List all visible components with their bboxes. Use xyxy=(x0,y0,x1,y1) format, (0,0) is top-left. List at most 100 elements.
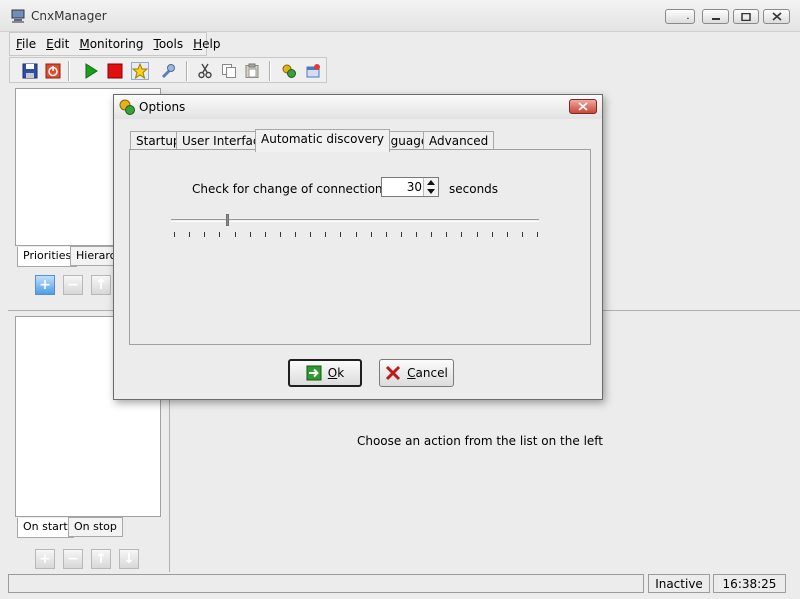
menu-monitoring[interactable]: Monitoring xyxy=(79,37,143,51)
extra-title-button[interactable]: . xyxy=(665,9,695,24)
menu-edit[interactable]: Edit xyxy=(46,37,69,51)
stop-button[interactable] xyxy=(106,62,124,80)
slider-tick xyxy=(204,232,206,237)
slider-tick xyxy=(310,232,312,237)
minus-icon: − xyxy=(67,277,79,293)
plus-icon: + xyxy=(39,277,51,293)
close-icon xyxy=(578,102,588,111)
start-button[interactable] xyxy=(82,62,100,80)
minimize-icon xyxy=(711,17,720,20)
status-main xyxy=(8,574,644,593)
slider-tick xyxy=(234,232,236,237)
toolbar xyxy=(9,57,327,83)
wrench-icon xyxy=(161,64,175,79)
slider-tick xyxy=(476,232,478,237)
status-bar: Inactive 16:38:25 xyxy=(0,572,800,599)
slider-tick xyxy=(537,232,538,237)
add-action-button[interactable]: + xyxy=(35,549,55,569)
paste-button[interactable] xyxy=(243,62,261,80)
slider-tick xyxy=(295,232,296,237)
cancel-button[interactable]: Cancel xyxy=(379,359,454,387)
slider-tick xyxy=(400,232,402,237)
options-dialog: Options Startup User Interface Automatic… xyxy=(113,94,603,400)
slider-tick xyxy=(174,232,175,237)
menu-file[interactable]: File xyxy=(16,37,36,51)
window-title: CnxManager xyxy=(31,9,107,23)
slider-tick xyxy=(461,232,463,237)
close-button[interactable] xyxy=(763,9,790,24)
computer-icon xyxy=(10,8,26,24)
slider-tick xyxy=(189,232,191,237)
add-priority-button[interactable]: + xyxy=(35,275,55,295)
menu-help[interactable]: Help xyxy=(193,37,220,51)
slider-tick xyxy=(370,232,372,237)
stop-icon xyxy=(107,63,123,79)
save-icon xyxy=(22,63,38,79)
play-icon xyxy=(85,63,98,79)
move-up-priority-button[interactable]: ↑ xyxy=(91,275,111,295)
remove-action-button[interactable]: − xyxy=(63,549,83,569)
plus-icon: + xyxy=(39,551,51,567)
minus-icon: − xyxy=(67,551,79,567)
power-button[interactable] xyxy=(44,62,62,80)
tab-advanced[interactable]: Advanced xyxy=(423,131,495,151)
copy-button[interactable] xyxy=(220,62,238,80)
interval-spinner[interactable] xyxy=(423,178,438,196)
window-button[interactable] xyxy=(304,62,322,80)
maximize-icon xyxy=(741,12,751,21)
ok-button[interactable]: Ok xyxy=(288,359,362,387)
automatic-discovery-panel: Check for change of connection every 30 … xyxy=(129,149,591,345)
menu-bar: File Edit Monitoring Tools Help xyxy=(9,32,220,56)
slider-tick xyxy=(279,232,281,237)
slider-tick xyxy=(264,232,266,237)
right-splitter[interactable] xyxy=(169,400,170,572)
slider-tick xyxy=(355,232,357,237)
arrow-up-icon: ↑ xyxy=(95,277,107,293)
cut-button[interactable] xyxy=(196,62,214,80)
remove-priority-button[interactable]: − xyxy=(63,275,83,295)
star-icon xyxy=(132,63,148,79)
menu-tools[interactable]: Tools xyxy=(154,37,184,51)
interval-slider-thumb[interactable] xyxy=(226,214,229,226)
dialog-close-button[interactable] xyxy=(569,99,597,114)
window-icon xyxy=(306,64,320,78)
options-icon xyxy=(118,98,136,116)
slider-tick xyxy=(385,232,387,237)
favorite-button[interactable] xyxy=(131,62,149,80)
slider-tick xyxy=(340,232,342,237)
enter-arrow-icon xyxy=(306,365,322,381)
status-time: 16:38:25 xyxy=(713,574,786,593)
cancel-label: Cancel xyxy=(407,366,448,380)
spinner-arrows-icon xyxy=(427,180,435,194)
slider-tick xyxy=(506,232,508,237)
copy-icon xyxy=(222,64,236,78)
slider-tick xyxy=(249,232,251,237)
tab-priorities[interactable]: Priorities xyxy=(17,247,78,267)
slider-tick xyxy=(491,232,493,237)
move-up-action-button[interactable]: ↑ xyxy=(91,549,111,569)
move-down-action-button[interactable]: ↓ xyxy=(119,549,139,569)
title-bar: CnxManager . xyxy=(0,0,800,32)
seconds-label: seconds xyxy=(449,182,499,196)
save-button[interactable] xyxy=(21,62,39,80)
ok-label: Ok xyxy=(327,366,345,380)
cancel-x-icon xyxy=(386,365,401,381)
cut-icon xyxy=(198,63,212,79)
slider-tick xyxy=(446,232,448,237)
power-icon xyxy=(45,63,61,79)
slider-tick xyxy=(521,232,523,237)
tab-automatic-discovery[interactable]: Automatic discovery xyxy=(255,129,391,152)
maximize-button[interactable] xyxy=(733,9,759,24)
paste-icon xyxy=(245,63,259,78)
dialog-title-bar: Options xyxy=(114,95,602,119)
empty-state-message: Choose an action from the list on the le… xyxy=(356,434,604,448)
tab-on-start[interactable]: On start xyxy=(17,518,74,538)
plugin-button[interactable] xyxy=(280,62,298,80)
dialog-title: Options xyxy=(139,100,186,114)
status-state: Inactive xyxy=(648,574,710,593)
tab-on-stop[interactable]: On stop xyxy=(68,517,123,537)
settings-button[interactable] xyxy=(159,62,177,80)
minimize-button[interactable] xyxy=(702,9,729,24)
plugin-icon xyxy=(282,64,296,78)
arrow-down-icon: ↓ xyxy=(123,551,135,567)
